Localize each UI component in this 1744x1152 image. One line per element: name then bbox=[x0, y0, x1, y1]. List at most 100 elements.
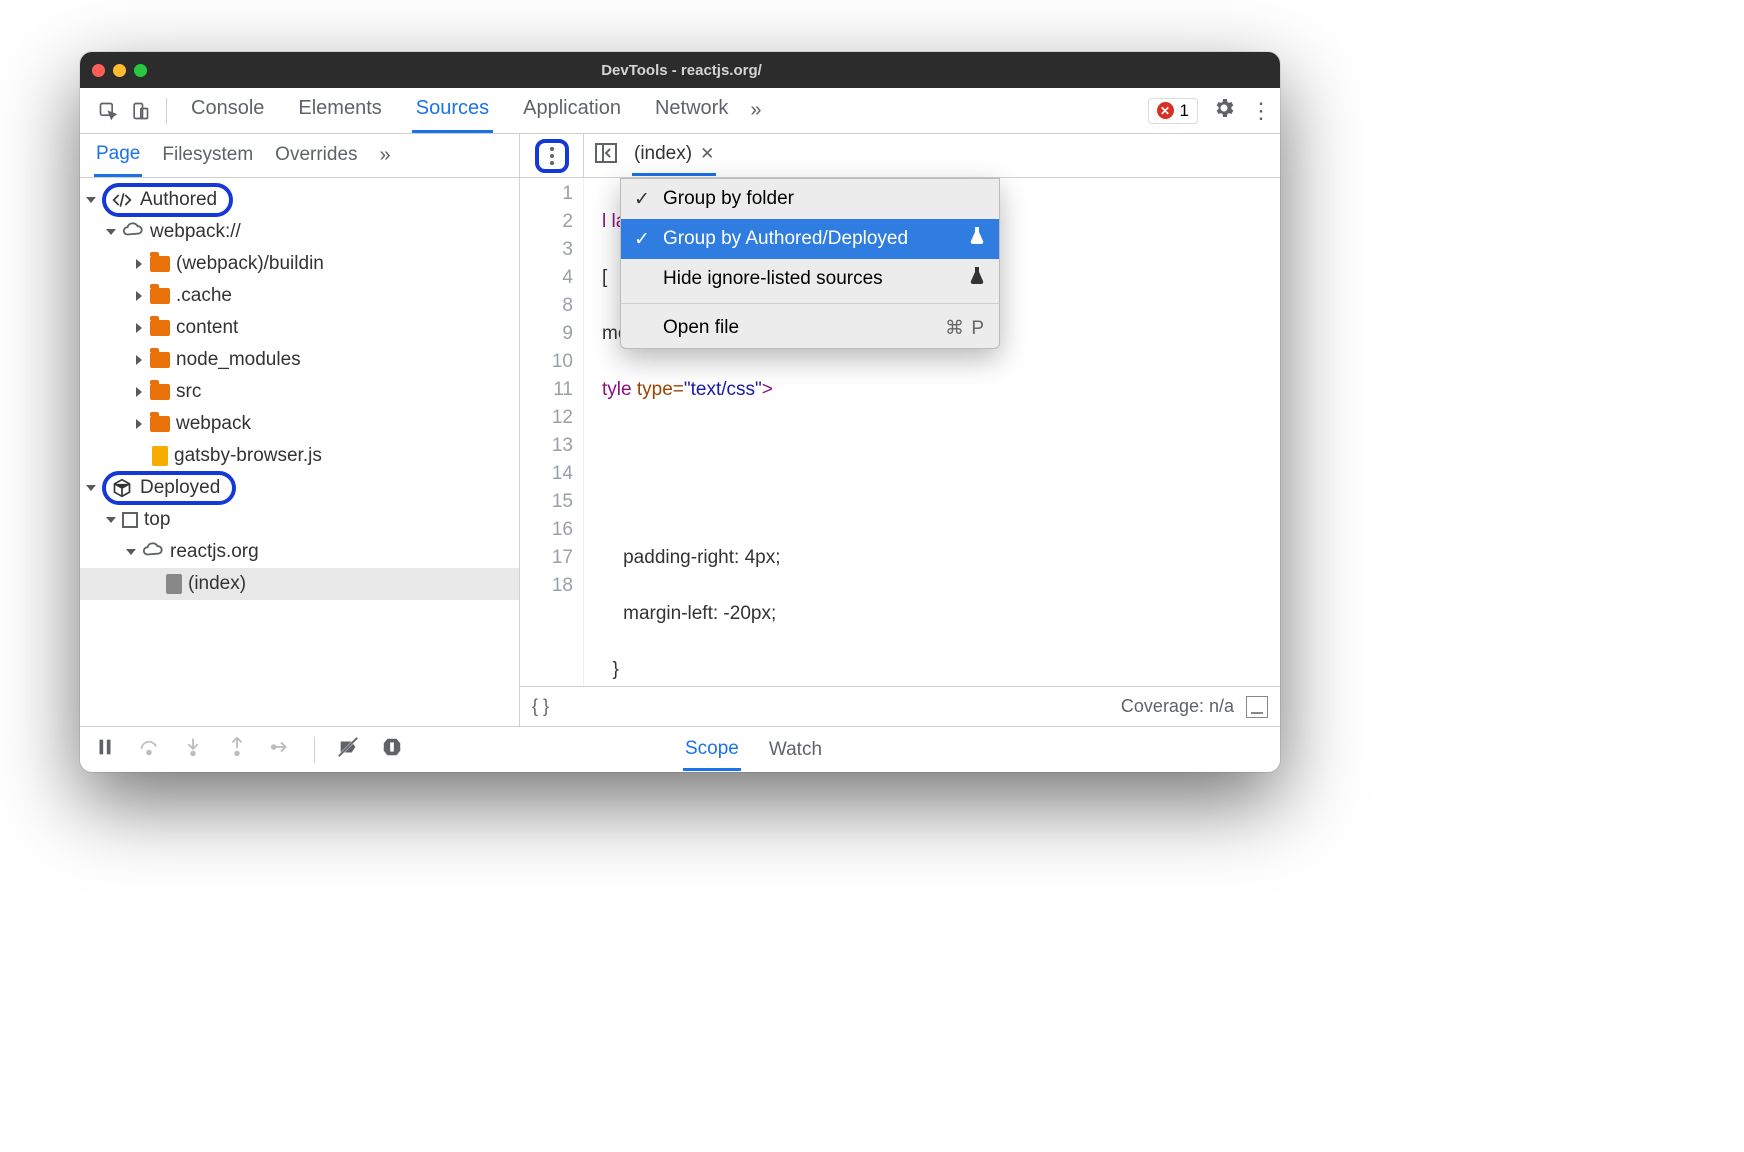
menu-group-by-folder[interactable]: ✓ Group by folder bbox=[621, 179, 999, 219]
navigator-options-menu: ✓ Group by folder ✓ Group by Authored/De… bbox=[620, 178, 1000, 349]
frame-label: top bbox=[144, 509, 170, 531]
folder-icon bbox=[150, 320, 170, 336]
menu-open-file[interactable]: Open file ⌘ P bbox=[621, 308, 999, 348]
tab-watch[interactable]: Watch bbox=[769, 739, 822, 761]
origin-webpack[interactable]: webpack:// bbox=[80, 216, 519, 248]
settings-gear-icon[interactable] bbox=[1212, 96, 1236, 126]
main-toolbar: Console Elements Sources Application Net… bbox=[80, 88, 1280, 134]
error-count-pill[interactable]: ✕ 1 bbox=[1148, 98, 1198, 124]
tab-sources[interactable]: Sources bbox=[412, 89, 493, 133]
step-into-icon[interactable] bbox=[182, 736, 204, 763]
folder-icon bbox=[150, 352, 170, 368]
chevron-down-icon bbox=[106, 229, 116, 235]
more-actions-icon[interactable]: ⋮ bbox=[1250, 98, 1272, 124]
flask-icon bbox=[969, 227, 985, 251]
chevron-right-icon bbox=[136, 387, 142, 397]
chevron-right-icon bbox=[136, 355, 142, 365]
more-tabs-icon[interactable]: » bbox=[750, 99, 761, 122]
shortcut-label: ⌘ P bbox=[945, 317, 985, 340]
group-authored-label: Authored bbox=[140, 189, 217, 211]
maximize-window-button[interactable] bbox=[134, 64, 147, 77]
separator bbox=[166, 98, 167, 124]
coverage-label: Coverage: n/a bbox=[1121, 696, 1234, 717]
close-tab-icon[interactable]: ✕ bbox=[700, 144, 714, 164]
titlebar: DevTools - reactjs.org/ bbox=[80, 52, 1280, 88]
file-index[interactable]: (index) bbox=[80, 568, 519, 600]
box-icon bbox=[112, 478, 132, 498]
file-gatsby-browser[interactable]: gatsby-browser.js bbox=[80, 440, 519, 472]
menu-label: Hide ignore-listed sources bbox=[663, 268, 883, 290]
cloud-icon bbox=[122, 221, 144, 243]
tab-application[interactable]: Application bbox=[519, 89, 625, 133]
folder-icon bbox=[150, 416, 170, 432]
file-tab-label: (index) bbox=[634, 143, 692, 165]
group-deployed-label: Deployed bbox=[140, 477, 220, 499]
folder-label: (webpack)/buildin bbox=[176, 253, 324, 275]
more-subtabs-icon[interactable]: » bbox=[380, 144, 391, 167]
window-controls bbox=[92, 64, 147, 77]
toggle-navigator-icon[interactable] bbox=[594, 142, 618, 169]
folder-src[interactable]: src bbox=[80, 376, 519, 408]
panel-tabs: Console Elements Sources Application Net… bbox=[187, 89, 732, 133]
folder-cache[interactable]: .cache bbox=[80, 280, 519, 312]
cloud-icon bbox=[142, 541, 164, 563]
menu-label: Group by folder bbox=[663, 188, 794, 210]
minimize-window-button[interactable] bbox=[113, 64, 126, 77]
subtab-page[interactable]: Page bbox=[94, 135, 142, 177]
menu-separator bbox=[621, 303, 999, 304]
show-coverage-icon[interactable] bbox=[1246, 696, 1268, 718]
pause-icon[interactable] bbox=[94, 736, 116, 763]
folder-label: .cache bbox=[176, 285, 232, 307]
origin-reactjs[interactable]: reactjs.org bbox=[80, 536, 519, 568]
devtools-window: DevTools - reactjs.org/ Console Elements… bbox=[80, 52, 1280, 772]
folder-content[interactable]: content bbox=[80, 312, 519, 344]
tab-elements[interactable]: Elements bbox=[294, 89, 385, 133]
debugger-toolbar: Scope Watch bbox=[80, 726, 1280, 772]
chevron-right-icon bbox=[136, 419, 142, 429]
menu-label: Group by Authored/Deployed bbox=[663, 228, 908, 250]
deactivate-breakpoints-icon[interactable] bbox=[337, 736, 359, 763]
origin-label: reactjs.org bbox=[170, 541, 259, 563]
subtab-filesystem[interactable]: Filesystem bbox=[160, 136, 255, 175]
menu-hide-ignored[interactable]: Hide ignore-listed sources bbox=[621, 259, 999, 299]
open-file-tab[interactable]: (index) ✕ bbox=[632, 135, 716, 176]
editor-statusbar: { } Coverage: n/a bbox=[520, 686, 1280, 726]
tab-network[interactable]: Network bbox=[651, 89, 732, 133]
navigator-tree: Authored webpack:// (webpack)/buildin .c… bbox=[80, 178, 520, 726]
step-over-icon[interactable] bbox=[138, 736, 160, 763]
jsfile-icon bbox=[152, 446, 168, 466]
folder-node-modules[interactable]: node_modules bbox=[80, 344, 519, 376]
error-count: 1 bbox=[1180, 101, 1189, 121]
step-icon[interactable] bbox=[270, 736, 292, 763]
sources-toolbar: Page Filesystem Overrides » (index) ✕ bbox=[80, 134, 1280, 178]
folder-label: src bbox=[176, 381, 201, 403]
pretty-print-icon[interactable]: { } bbox=[532, 696, 549, 717]
navigator-options-button[interactable] bbox=[535, 139, 569, 173]
code-icon bbox=[112, 190, 132, 210]
subtab-overrides[interactable]: Overrides bbox=[273, 136, 359, 175]
folder-buildin[interactable]: (webpack)/buildin bbox=[80, 248, 519, 280]
line-gutter: 1 2 3 4 8 9 10 11 12 13 14 15 16 17 18 bbox=[520, 178, 584, 686]
chevron-down-icon bbox=[126, 549, 136, 555]
flask-icon bbox=[969, 267, 985, 291]
group-deployed[interactable]: Deployed bbox=[80, 472, 519, 504]
separator bbox=[314, 737, 315, 763]
device-toolbar-icon[interactable] bbox=[126, 97, 154, 125]
navigator-tabs: Page Filesystem Overrides » bbox=[80, 134, 520, 177]
tab-scope[interactable]: Scope bbox=[683, 728, 741, 771]
tab-console[interactable]: Console bbox=[187, 89, 268, 133]
inspect-element-icon[interactable] bbox=[94, 97, 122, 125]
frame-top[interactable]: top bbox=[80, 504, 519, 536]
folder-icon bbox=[150, 288, 170, 304]
step-out-icon[interactable] bbox=[226, 736, 248, 763]
folder-webpack[interactable]: webpack bbox=[80, 408, 519, 440]
folder-label: webpack bbox=[176, 413, 251, 435]
chevron-right-icon bbox=[136, 323, 142, 333]
close-window-button[interactable] bbox=[92, 64, 105, 77]
group-authored[interactable]: Authored bbox=[80, 184, 519, 216]
window-title: DevTools - reactjs.org/ bbox=[147, 62, 1216, 79]
chevron-right-icon bbox=[136, 291, 142, 301]
pause-on-exceptions-icon[interactable] bbox=[381, 736, 403, 763]
folder-label: node_modules bbox=[176, 349, 301, 371]
menu-group-by-authored[interactable]: ✓ Group by Authored/Deployed bbox=[621, 219, 999, 259]
